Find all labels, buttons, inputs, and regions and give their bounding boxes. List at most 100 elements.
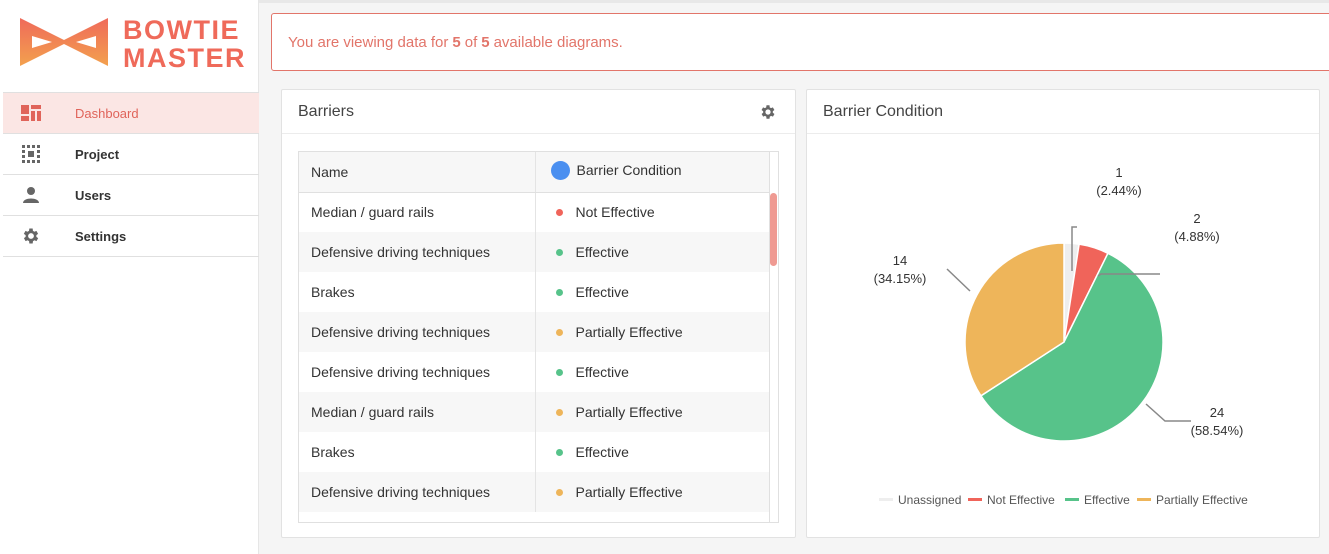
pie-value-label: 14 xyxy=(893,253,907,268)
table-row[interactable]: Defensive driving techniques Effective xyxy=(299,232,770,272)
barriers-panel-header: Barriers xyxy=(282,90,795,134)
sidebar-item-settings[interactable]: Settings xyxy=(3,216,259,257)
barrier-condition-cell: Effective xyxy=(535,272,770,312)
pie-percent-label: (2.44%) xyxy=(1096,183,1142,198)
legend-label: Not Effective xyxy=(987,493,1055,507)
barrier-condition-cell: Not Effective xyxy=(535,192,770,232)
top-divider xyxy=(259,0,1329,3)
project-grid-icon xyxy=(20,143,42,165)
sidebar-nav: Dashboard Project Users Settings xyxy=(3,92,259,257)
condition-status-dot xyxy=(555,209,563,217)
legend-item-partially-effective[interactable]: Partially Effective xyxy=(1137,493,1248,507)
barrier-name-cell: Median / guard rails xyxy=(299,392,536,432)
legend-label: Effective xyxy=(1084,493,1130,507)
sidebar-item-label: Project xyxy=(75,146,120,162)
condition-column-circle-icon xyxy=(550,161,570,181)
barrier-condition-pie-chart: 1 (2.44%) 2 (4.88%) 24 (58.54%) 14 (34.15%) Unas… xyxy=(874,165,1249,507)
condition-label: Effective xyxy=(575,444,629,460)
table-scrollbar[interactable] xyxy=(769,152,778,522)
table-scrollbar-thumb[interactable] xyxy=(770,193,777,266)
diagram-count-alert: You are viewing data for 5 of 5 availabl… xyxy=(271,13,1329,71)
condition-status-dot xyxy=(555,448,563,456)
table-header-row: Name Barrier Condition xyxy=(299,152,770,193)
condition-label: Effective xyxy=(575,284,629,300)
pie-percent-label: (58.54%) xyxy=(1191,423,1244,438)
barriers-table: Name Barrier Condition Median / guard ra… xyxy=(299,152,770,512)
dashboard-icon xyxy=(20,102,42,124)
barrier-name-cell: Defensive driving techniques xyxy=(299,352,536,392)
barriers-settings-gear-icon[interactable] xyxy=(759,103,777,121)
column-header-name[interactable]: Name xyxy=(299,152,536,193)
sidebar: BOWTIE MASTER Dashboard Project Users Se… xyxy=(0,0,259,554)
alert-current-count: 5 xyxy=(452,33,461,51)
condition-label: Not Effective xyxy=(575,204,655,221)
bowtie-logo-icon xyxy=(20,18,108,66)
sidebar-item-users[interactable]: Users xyxy=(3,175,259,216)
barrier-condition-cell: Partially Effective xyxy=(535,472,770,512)
barrier-condition-panel-header: Barrier Condition xyxy=(807,90,1319,134)
barrier-condition-panel: Barrier Condition 1 (2.44%) 2 (4.88%) 24 (58.… xyxy=(806,89,1320,538)
legend-swatch xyxy=(879,498,893,501)
column-header-condition-label: Barrier Condition xyxy=(576,162,682,179)
barrier-condition-cell: Effective xyxy=(535,352,770,392)
barrier-name-cell: Defensive driving techniques xyxy=(299,312,536,352)
condition-label: Effective xyxy=(575,244,629,260)
table-row[interactable]: Median / guard rails Partially Effective xyxy=(299,392,770,432)
pie-percent-label: (34.15%) xyxy=(874,271,927,286)
sidebar-item-label: Dashboard xyxy=(75,105,139,121)
legend-swatch xyxy=(968,498,982,501)
barrier-condition-cell: Effective xyxy=(535,432,770,472)
pie-label-leader-line xyxy=(946,268,971,292)
condition-label: Partially Effective xyxy=(575,484,683,500)
barrier-condition-panel-title: Barrier Condition xyxy=(823,102,944,120)
alert-prefix: You are viewing data for xyxy=(288,33,449,51)
table-row[interactable]: Median / guard rails Not Effective xyxy=(299,192,770,232)
table-row[interactable]: Defensive driving techniques Partially Ef… xyxy=(299,472,770,512)
condition-label: Partially Effective xyxy=(575,404,683,420)
sidebar-item-dashboard[interactable]: Dashboard xyxy=(3,93,259,134)
pie-value-label: 2 xyxy=(1193,211,1200,226)
logo-line-1: BOWTIE xyxy=(123,15,240,45)
table-row[interactable]: Defensive driving techniques Effective xyxy=(299,352,770,392)
table-row[interactable]: Defensive driving techniques Partially Ef… xyxy=(299,312,770,352)
table-row[interactable]: Brakes Effective xyxy=(299,432,770,472)
barrier-name-cell: Median / guard rails xyxy=(299,192,536,232)
condition-status-dot xyxy=(555,368,563,376)
column-header-condition[interactable]: Barrier Condition xyxy=(535,152,770,193)
barriers-panel: Barriers Name Barrier Condition Median /… xyxy=(281,89,796,538)
barrier-name-cell: Brakes xyxy=(299,432,536,472)
gear-icon xyxy=(20,225,42,247)
legend-swatch xyxy=(1137,498,1151,501)
condition-status-dot xyxy=(555,328,563,336)
legend-label: Unassigned xyxy=(898,493,961,507)
user-icon xyxy=(20,184,42,206)
pie-value-label: 1 xyxy=(1115,165,1122,180)
legend-item-not-effective[interactable]: Not Effective xyxy=(968,493,1055,507)
barrier-name-cell: Defensive driving techniques xyxy=(299,472,536,512)
sidebar-item-label: Users xyxy=(75,187,112,203)
barrier-condition-cell: Partially Effective xyxy=(535,392,770,432)
alert-total-count: 5 xyxy=(481,33,490,51)
pie-percent-label: (4.88%) xyxy=(1174,229,1220,244)
sidebar-item-label: Settings xyxy=(75,228,127,244)
condition-status-dot xyxy=(555,488,563,496)
alert-of: of xyxy=(464,33,478,51)
legend-item-unassigned[interactable]: Unassigned xyxy=(879,493,961,507)
sidebar-item-project[interactable]: Project xyxy=(3,134,259,175)
barrier-name-cell: Brakes xyxy=(299,272,536,312)
pie-label-leader-line xyxy=(1145,403,1191,422)
legend-swatch xyxy=(1065,498,1079,501)
bowtie-master-logo[interactable]: BOWTIE MASTER xyxy=(18,14,248,74)
logo-line-2: MASTER xyxy=(123,43,246,73)
condition-status-dot xyxy=(555,248,563,256)
alert-suffix: available diagrams. xyxy=(493,33,623,51)
condition-label: Effective xyxy=(575,364,629,380)
legend-item-effective[interactable]: Effective xyxy=(1065,493,1130,507)
barrier-condition-cell: Effective xyxy=(535,232,770,272)
table-row[interactable]: Brakes Effective xyxy=(299,272,770,312)
main-content: You are viewing data for 5 of 5 availabl… xyxy=(259,0,1329,554)
barrier-name-cell: Defensive driving techniques xyxy=(299,232,536,272)
barriers-table-container[interactable]: Name Barrier Condition Median / guard ra… xyxy=(298,151,779,523)
condition-status-dot xyxy=(555,288,563,296)
barriers-panel-title: Barriers xyxy=(298,102,355,120)
